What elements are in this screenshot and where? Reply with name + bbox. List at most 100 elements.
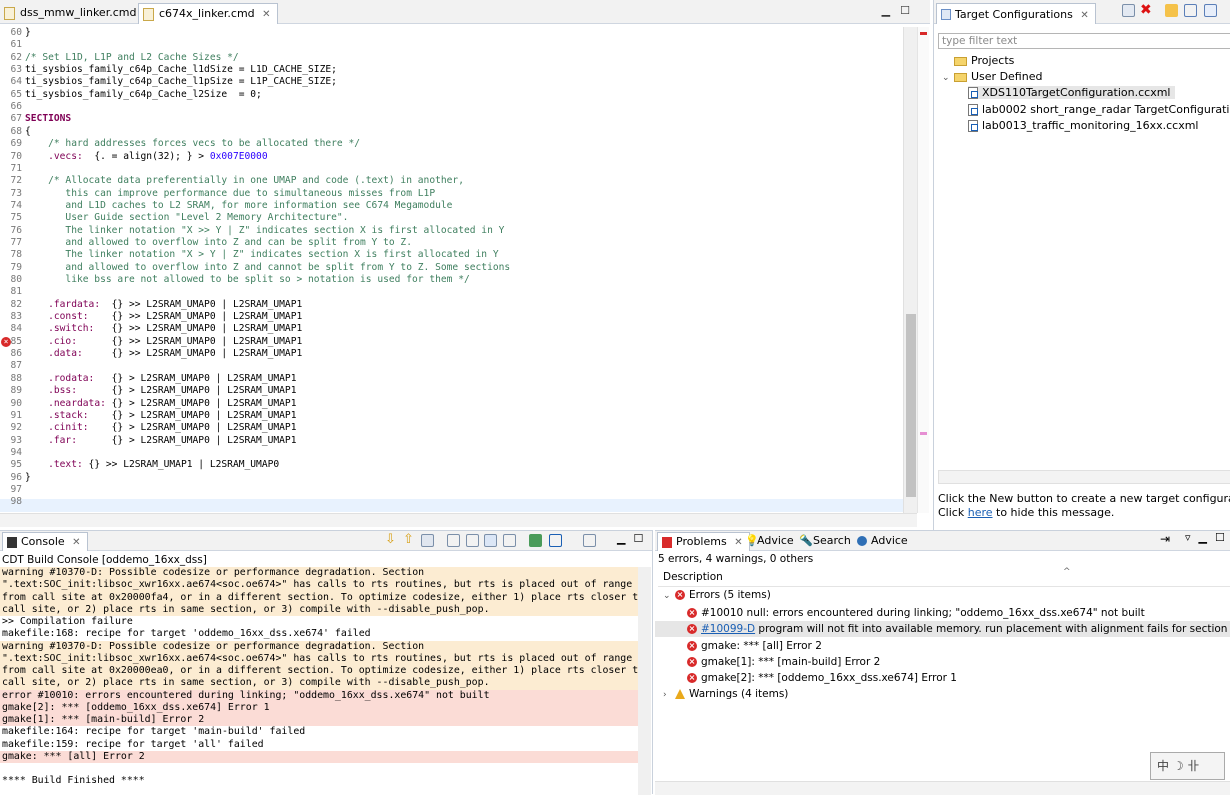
console-window-controls: ▁☐ [617, 532, 651, 545]
hide-message-link[interactable]: here [968, 506, 993, 519]
tab-advice-2[interactable]: Advice [853, 532, 914, 553]
console-view: Console ✕ ⇩ ⇧ ▁☐ CDT Build Console [odde… [0, 530, 653, 795]
close-icon[interactable]: ✕ [1080, 10, 1088, 21]
code-line: .text: {} >> L2SRAM_UMAP1 | L2SRAM_UMAP0 [48, 459, 280, 471]
info-message-line2: Click here to hide this message. [938, 506, 1114, 519]
lightbulb-icon: 💡 [745, 534, 759, 547]
console-output[interactable]: warning #10370-D: Possible codesize or p… [0, 567, 638, 795]
line-number: 64 [10, 76, 22, 88]
tree-label: lab0002 short_range_radar TargetConfigur… [982, 103, 1230, 116]
view-menu-icon[interactable] [1204, 4, 1217, 17]
filter-input[interactable]: type filter text [938, 33, 1230, 49]
tab-label: Console [21, 535, 65, 548]
line-number: 82 [10, 298, 22, 310]
tab-dss-mmw-linker[interactable]: dss_mmw_linker.cmd [0, 3, 142, 24]
message-text: to hide this message. [992, 506, 1115, 519]
view-tabbar: Console ✕ ⇩ ⇧ ▁☐ [0, 531, 652, 551]
display-console-icon[interactable] [549, 534, 562, 547]
line-number: 76 [10, 224, 22, 236]
line-number: 73 [10, 187, 22, 199]
delete-icon[interactable]: ✖ [1140, 2, 1152, 18]
line-number: 62 [10, 51, 22, 63]
copy-icon[interactable] [466, 534, 479, 547]
minimize-icon[interactable]: ▁ [1199, 531, 1215, 544]
line-number: 86 [10, 348, 22, 360]
new-console-icon[interactable] [583, 534, 596, 547]
line-number: 94 [10, 446, 22, 458]
link-icon[interactable] [1165, 4, 1178, 17]
open-console-icon[interactable] [529, 534, 542, 547]
problem-row[interactable]: × #10010 null: errors encountered during … [655, 605, 1230, 621]
error-icon: × [675, 590, 685, 600]
errors-group[interactable]: ⌄ × Errors (5 items) [655, 587, 1230, 603]
line-number: 98 [10, 496, 22, 508]
tab-target-configurations[interactable]: Target Configurations ✕ [936, 3, 1096, 24]
problem-description: gmake[1]: *** [main-build] Error 2 [701, 655, 881, 668]
code-line: } [25, 471, 31, 483]
maximize-icon[interactable]: ☐ [633, 532, 651, 545]
tab-console[interactable]: Console ✕ [2, 532, 88, 551]
problem-link[interactable]: #10099-D [701, 623, 755, 635]
arrow-down-icon[interactable]: ⇩ [385, 532, 396, 547]
occurrence-marker[interactable] [920, 432, 927, 435]
warnings-group[interactable]: › Warnings (4 items) [655, 686, 1230, 702]
minimize-icon[interactable]: ▁ [882, 4, 900, 17]
scroll-lock-icon[interactable] [421, 534, 434, 547]
code-line: .cio: {} >> L2SRAM_UMAP0 | L2SRAM_UMAP1 [48, 335, 303, 347]
error-marker[interactable] [920, 32, 927, 35]
focus-icon[interactable]: ⇥ [1160, 532, 1170, 546]
tab-problems[interactable]: Problems ✕ [657, 532, 750, 551]
line-number: 70 [10, 150, 22, 162]
scroll-thumb[interactable] [906, 314, 916, 497]
line-number: 71 [10, 162, 22, 174]
tree-item-config-file[interactable]: XDS110TargetConfiguration.ccxml [968, 86, 1175, 99]
chevron-down-icon[interactable]: ⌄ [942, 73, 952, 83]
close-icon[interactable]: ✕ [72, 537, 80, 548]
tab-c674x-linker[interactable]: c674x_linker.cmd ✕ [138, 3, 278, 24]
tab-search[interactable]: 🔦 Search [795, 532, 857, 553]
tree-item-config-file[interactable]: lab0013_traffic_monitoring_16xx.ccxml [968, 119, 1198, 132]
tree-item-projects[interactable]: Projects [954, 54, 1014, 67]
error-marker-icon[interactable]: × [1, 336, 11, 347]
problem-row[interactable]: × gmake: *** [all] Error 2 [655, 638, 1230, 654]
code-line: ti_sysbios_family_c64p_Cache_l1dSize = L… [25, 64, 337, 76]
column-header-description[interactable]: Description ^ [658, 567, 1230, 587]
tree-item-config-file[interactable]: lab0002 short_range_radar TargetConfigur… [968, 103, 1230, 116]
line-number: 77 [10, 236, 22, 248]
code-area[interactable]: 60} 61 62/* Set L1D, L1P and L2 Cache Size… [0, 27, 900, 513]
clear-console-icon[interactable] [447, 534, 460, 547]
view-menu-icon[interactable]: ▿ [1185, 531, 1199, 544]
chevron-right-icon[interactable]: › [663, 690, 673, 700]
collapse-all-icon[interactable] [1184, 4, 1197, 17]
line-number: 96 [10, 471, 22, 483]
console-line: error #10010: errors encountered during … [0, 689, 638, 702]
close-icon[interactable]: ✕ [262, 9, 270, 20]
info-message-line1: Click the New button to create a new tar… [938, 492, 1230, 505]
code-line: like bss are not allowed to be split so … [25, 274, 470, 285]
console-scrollbar[interactable] [638, 567, 651, 795]
minimize-icon[interactable]: ▁ [617, 532, 633, 545]
new-config-icon[interactable] [1122, 4, 1135, 17]
problem-row[interactable]: × gmake[2]: *** [oddemo_16xx_dss.xe674] E… [655, 670, 1230, 686]
word-wrap-icon[interactable] [484, 534, 497, 547]
problem-row[interactable]: × #10099-D program will not fit into avai… [655, 621, 1230, 638]
tree-item-user-defined[interactable]: ⌄ User Defined [942, 70, 1042, 83]
code-line: User Guide section "Level 2 Memory Archi… [25, 212, 349, 224]
code-line: .bss: {} > L2SRAM_UMAP0 | L2SRAM_UMAP1 [48, 385, 297, 397]
problem-row[interactable]: × gmake[1]: *** [main-build] Error 2 [655, 654, 1230, 670]
editor-horizontal-scrollbar[interactable] [0, 513, 917, 527]
tab-advice[interactable]: 💡 Advice [741, 532, 800, 553]
code-line: SECTIONS [25, 113, 72, 125]
arrow-up-icon[interactable]: ⇧ [403, 532, 414, 547]
tree-horizontal-scrollbar[interactable] [938, 470, 1230, 484]
editor-vertical-scrollbar[interactable] [903, 27, 917, 513]
code-line: The linker notation "X > Y | Z" indicate… [25, 249, 499, 261]
line-number: 78 [10, 249, 22, 261]
maximize-icon[interactable]: ☐ [900, 4, 920, 17]
maximize-icon[interactable]: ☐ [1215, 531, 1230, 544]
ime-status-panel[interactable]: 中 ☽ 卝 [1150, 752, 1225, 780]
pin-icon[interactable] [503, 534, 516, 547]
chevron-down-icon[interactable]: ⌄ [663, 591, 673, 601]
console-line: gmake[1]: *** [main-build] Error 2 [0, 714, 638, 727]
problems-horizontal-scrollbar[interactable] [655, 781, 1230, 795]
